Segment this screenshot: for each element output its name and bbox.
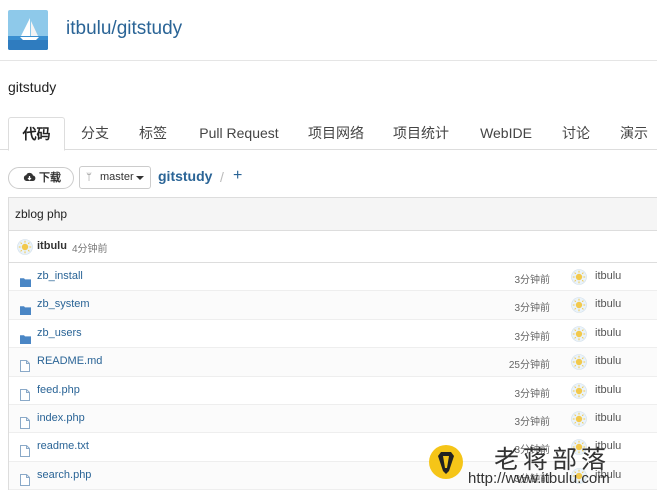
file-icon: [20, 471, 30, 490]
tab-branches[interactable]: 分支: [78, 117, 112, 150]
file-row[interactable]: index.php 3分钟前 itbulu: [9, 404, 657, 434]
cloud-download-icon: [23, 171, 36, 191]
author-avatar[interactable]: [17, 239, 33, 259]
repo-title-link[interactable]: itbulu/gitstudy: [66, 18, 182, 40]
repo-avatar[interactable]: [8, 10, 48, 50]
file-name-link[interactable]: search.php: [37, 469, 91, 481]
file-time: 3分钟前: [514, 331, 550, 343]
watermark-url: http://www.itbulu.com: [468, 470, 610, 487]
file-row[interactable]: zb_system 3分钟前 itbulu: [9, 291, 657, 320]
folder-icon: [20, 272, 31, 291]
author-avatar[interactable]: [571, 354, 587, 374]
file-author[interactable]: itbulu: [595, 412, 621, 424]
file-time: 25分钟前: [508, 360, 550, 372]
file-name-link[interactable]: readme.txt: [37, 440, 89, 452]
file-icon: [20, 357, 30, 376]
file-icon: [20, 414, 30, 433]
branch-selector[interactable]: ᛘ master: [79, 166, 151, 189]
file-time: 3分钟前: [514, 416, 550, 428]
file-author[interactable]: itbulu: [595, 327, 621, 339]
file-icon: [20, 386, 30, 405]
tab-tags[interactable]: 标签: [136, 117, 170, 150]
file-time: 3分钟前: [514, 275, 550, 286]
tab-pull-request[interactable]: Pull Request: [196, 117, 282, 150]
author-avatar[interactable]: [571, 411, 587, 431]
watermark-logo: [428, 444, 464, 484]
tab-network[interactable]: 项目网络: [307, 117, 365, 150]
file-row[interactable]: zb_users 3分钟前 itbulu: [9, 319, 657, 349]
commit-author[interactable]: itbulu: [37, 240, 67, 252]
author-avatar[interactable]: [571, 297, 587, 317]
commit-time: 4分钟前: [72, 244, 108, 255]
file-name-link[interactable]: zb_users: [37, 327, 82, 339]
file-row[interactable]: README.md 25分钟前 itbulu: [9, 348, 657, 377]
latest-commit-info: itbulu 4分钟前: [9, 231, 657, 263]
file-time: 3分钟前: [514, 303, 550, 315]
file-row[interactable]: zb_install 3分钟前 itbulu: [9, 263, 657, 292]
file-time: 3分钟前: [514, 388, 550, 400]
download-label: 下载: [39, 172, 61, 184]
tab-code[interactable]: 代码: [8, 117, 65, 151]
breadcrumb-repo-link[interactable]: gitstudy: [158, 168, 212, 184]
file-row[interactable]: feed.php 3分钟前 itbulu: [9, 376, 657, 405]
tab-webide[interactable]: WebIDE: [477, 117, 535, 150]
file-name-link[interactable]: zb_system: [37, 298, 90, 310]
add-file-button[interactable]: +: [233, 167, 242, 185]
repo-description: gitstudy: [8, 79, 57, 95]
file-author[interactable]: itbulu: [595, 270, 621, 282]
download-button[interactable]: 下载: [8, 167, 74, 189]
tab-discussion[interactable]: 讨论: [559, 117, 593, 150]
file-author[interactable]: itbulu: [595, 355, 621, 367]
repo-tabs: 代码 分支 标签 Pull Request 项目网络 项目统计 WebIDE 讨…: [0, 117, 657, 151]
file-icon: [20, 442, 30, 461]
latest-commit-message[interactable]: zblog php: [9, 198, 657, 231]
code-toolbar: 下载 ᛘ master gitstudy / +: [0, 163, 657, 191]
branch-icon: ᛘ: [86, 172, 92, 183]
author-avatar[interactable]: [571, 269, 587, 289]
file-name-link[interactable]: index.php: [37, 412, 85, 424]
file-author[interactable]: itbulu: [595, 384, 621, 396]
branch-name: master: [100, 171, 134, 183]
file-author[interactable]: itbulu: [595, 298, 621, 310]
breadcrumb-separator: /: [220, 169, 224, 185]
file-name-link[interactable]: README.md: [37, 355, 102, 367]
chevron-down-icon: [136, 176, 144, 180]
file-name-link[interactable]: feed.php: [37, 384, 80, 396]
watermark: 老蒋部落 http://www.itbulu.com: [428, 440, 657, 490]
author-avatar[interactable]: [571, 382, 587, 403]
folder-icon: [20, 329, 31, 348]
tab-statistics[interactable]: 项目统计: [392, 117, 450, 150]
repo-header: itbulu/gitstudy: [0, 0, 657, 61]
author-avatar[interactable]: [571, 325, 587, 346]
folder-icon: [20, 300, 31, 319]
tab-demo[interactable]: 演示: [617, 117, 651, 150]
file-name-link[interactable]: zb_install: [37, 270, 83, 282]
